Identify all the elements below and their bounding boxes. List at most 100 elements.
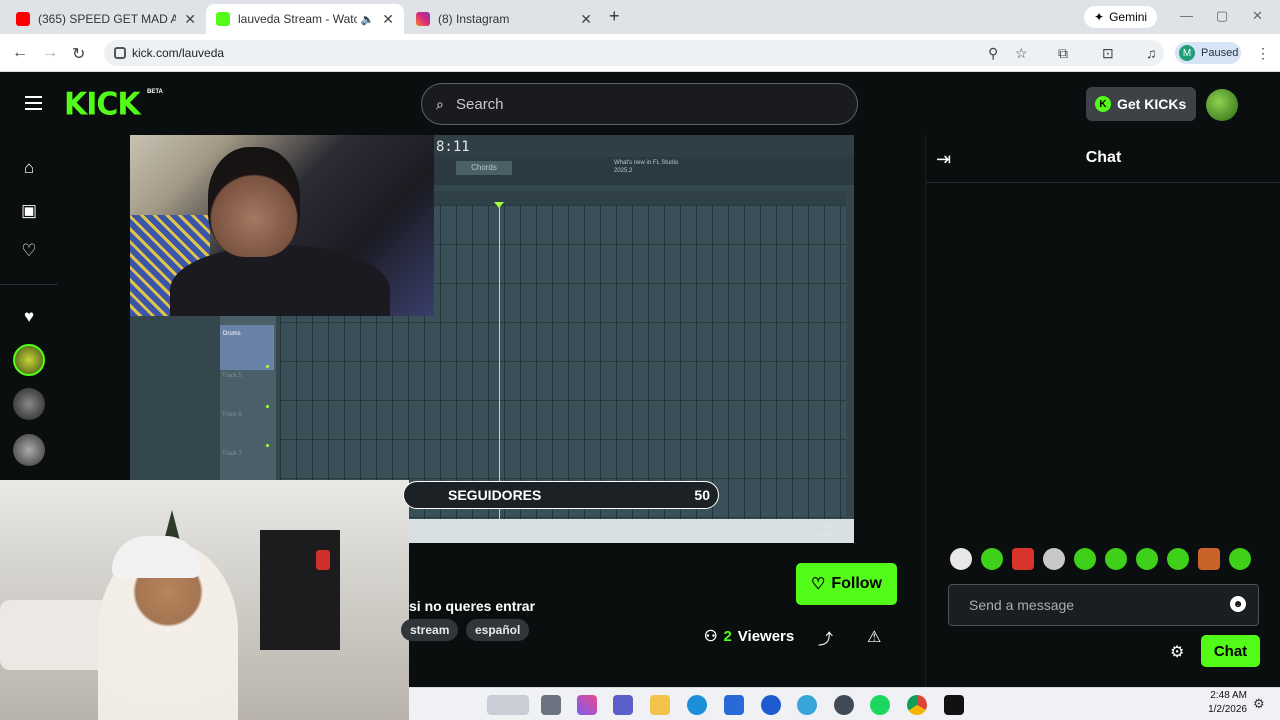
search-placeholder: Search (456, 95, 504, 113)
heart-icon: ♡ (811, 576, 826, 593)
teams-icon[interactable] (613, 695, 633, 715)
app-icon[interactable] (797, 695, 817, 715)
viewer-webcam (0, 480, 409, 720)
emote-icon[interactable] (981, 548, 1003, 570)
edge-icon[interactable] (687, 695, 707, 715)
emote-bar (950, 548, 1251, 570)
taskbar-date: 1/2/2026 (1208, 704, 1247, 715)
windows-taskbar: 2:48 AM 1/2/2026 ⚙ (409, 687, 1280, 720)
followed-channel-avatar[interactable] (13, 344, 45, 376)
home-icon[interactable]: ⌂ (19, 158, 39, 178)
window-close-icon[interactable]: ✕ (1252, 8, 1263, 24)
emoji-picker-icon[interactable]: ☻ (1230, 596, 1246, 612)
menu-kebab-icon[interactable]: ⋮ (1256, 45, 1270, 62)
chat-message-input[interactable]: Send a message ☻ (948, 584, 1259, 626)
share-icon[interactable]: ⤴ (818, 628, 833, 649)
browse-icon[interactable]: ▣ (19, 201, 39, 221)
follow-button[interactable]: ♡ Follow (796, 563, 897, 605)
emote-icon[interactable] (1074, 548, 1096, 570)
fl-clock: 7:48 AM 1/2/2026 (814, 523, 837, 539)
spotify-icon[interactable] (870, 695, 890, 715)
taskbar-clock[interactable]: 2:48 AM 1/2/2026 (1197, 689, 1247, 717)
file-explorer-icon[interactable] (650, 695, 670, 715)
following-icon[interactable]: ♡ (19, 241, 39, 261)
emote-icon[interactable] (1167, 548, 1189, 570)
hp-icon[interactable] (761, 695, 781, 715)
viewers-number: 2 (723, 627, 732, 645)
sidebar: ⌂ ▣ ♡ ♥ (0, 135, 58, 480)
chat-settings-gear-icon[interactable]: ⚙ (1170, 642, 1184, 662)
notification-gear-icon[interactable]: ⚙ (1253, 696, 1265, 712)
site-info-icon[interactable] (114, 47, 126, 59)
taskbar-widget-icon[interactable] (487, 695, 529, 715)
minimize-icon[interactable]: — (1180, 8, 1193, 23)
back-icon[interactable]: ← (12, 44, 28, 62)
chat-placeholder: Send a message (969, 597, 1075, 613)
close-icon[interactable]: ✕ (184, 11, 196, 28)
maximize-icon[interactable]: ▢ (1216, 8, 1228, 24)
report-warning-icon[interactable]: ⚠ (867, 627, 881, 647)
emote-icon[interactable] (1229, 548, 1251, 570)
tag-espanol[interactable]: español (466, 619, 530, 641)
reload-icon[interactable]: ↻ (72, 44, 85, 64)
youtube-icon (16, 12, 30, 26)
emote-icon[interactable] (1136, 548, 1158, 570)
fl-track-label: Track 5 (222, 373, 242, 379)
following-heart-icon[interactable]: ♥ (19, 307, 39, 327)
instagram-icon (416, 12, 430, 26)
chat-header: ⇥ Chat (926, 135, 1280, 183)
zoom-icon[interactable]: ⚲ (988, 45, 998, 62)
kick-logo[interactable]: KICK (64, 86, 141, 123)
webcam-person-head (208, 147, 300, 257)
followed-channel-avatar[interactable] (13, 434, 45, 466)
tab-youtube[interactable]: (365) SPEED GET MAD AT HIS T ✕ (6, 4, 206, 34)
hamburger-menu-icon[interactable] (25, 96, 42, 110)
new-tab-icon[interactable]: + (609, 6, 620, 27)
tab-instagram[interactable]: (8) Instagram ✕ (406, 4, 602, 34)
fl-toolbar-strip (434, 135, 854, 157)
copilot-icon[interactable] (577, 695, 597, 715)
extensions-icon[interactable]: ⧉ (1058, 45, 1068, 62)
search-input[interactable]: ⌕ Search (421, 83, 858, 125)
gemini-label: Gemini (1109, 10, 1148, 24)
profile-button[interactable]: M Paused (1175, 42, 1241, 64)
webcam-furniture (260, 530, 340, 650)
emote-icon[interactable] (1198, 548, 1220, 570)
profile-avatar: M (1179, 45, 1195, 61)
webcam-red-object (316, 550, 330, 570)
chat-panel: ⇥ Chat Send a message ☻ ⚙ Chat (925, 135, 1280, 687)
store-icon[interactable] (724, 695, 744, 715)
emote-icon[interactable] (1105, 548, 1127, 570)
tab-search-icon[interactable]: ⊡ (1102, 45, 1114, 62)
tag-stream[interactable]: stream (401, 619, 459, 641)
url-field[interactable]: kick.com/lauveda (104, 40, 1164, 66)
user-avatar[interactable] (1206, 89, 1238, 121)
speaker-icon[interactable]: 🔈 (361, 13, 375, 26)
get-kicks-label: Get KICKs (1117, 96, 1187, 112)
emote-icon[interactable] (1043, 548, 1065, 570)
tiktok-icon[interactable] (944, 695, 964, 715)
emote-icon[interactable] (950, 548, 972, 570)
seguidores-overlay: SEGUIDORES 50 (403, 481, 719, 509)
bookmark-star-icon[interactable]: ☆ (1015, 45, 1028, 62)
fl-time: 8:11 (436, 139, 470, 155)
followed-channel-avatar[interactable] (13, 388, 45, 420)
tab-kick[interactable]: lauveda Stream - Watch Live 🔈 ✕ (206, 4, 404, 34)
sidebar-divider (0, 284, 58, 285)
media-icon[interactable]: ♫ (1146, 45, 1157, 61)
close-icon[interactable]: ✕ (580, 11, 592, 28)
fl-studio-icon[interactable] (834, 695, 854, 715)
fl-clock-date: 1/2/2026 (814, 532, 838, 538)
chrome-icon[interactable] (907, 695, 927, 715)
forward-icon[interactable]: → (42, 44, 58, 62)
taskbar-time: 2:48 AM (1210, 690, 1247, 701)
chat-send-button[interactable]: Chat (1201, 635, 1260, 667)
track-led (266, 444, 269, 447)
emote-icon[interactable] (1012, 548, 1034, 570)
task-view-icon[interactable] (541, 695, 561, 715)
get-kicks-button[interactable]: K Get KICKs (1086, 87, 1196, 121)
tab-title: (365) SPEED GET MAD AT HIS T (38, 12, 177, 26)
gemini-button[interactable]: ✦ Gemini (1084, 6, 1158, 28)
close-icon[interactable]: ✕ (382, 11, 394, 28)
fl-track-label: Track 7 (222, 451, 242, 457)
